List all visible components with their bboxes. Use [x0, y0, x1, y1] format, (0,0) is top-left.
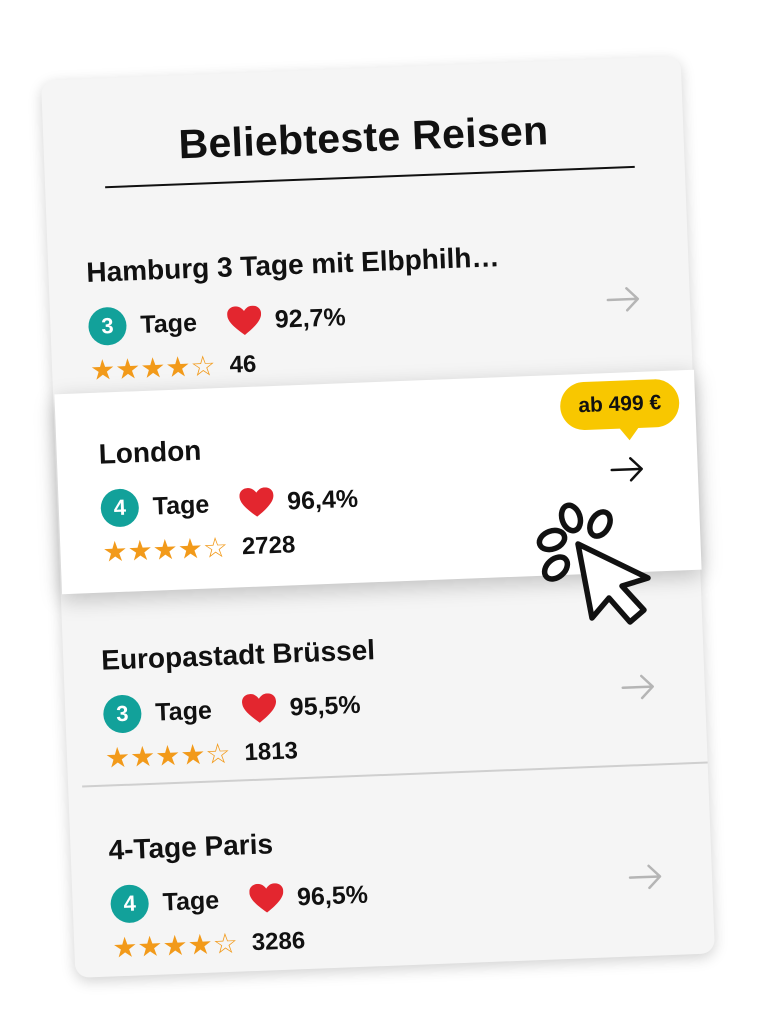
- trip-name: Hamburg 3 Tage mit Elbphilh…: [85, 241, 500, 289]
- star-icon: ★: [164, 350, 192, 385]
- review-count: 46: [229, 350, 257, 379]
- trip-name: Europastadt Brüssel: [100, 634, 376, 676]
- days-label: Tage: [154, 696, 213, 727]
- rating-percent: 96,5%: [296, 880, 369, 911]
- trip-meta: 3 Tage 92,7%: [87, 297, 347, 347]
- days-label: Tage: [152, 490, 210, 521]
- card-title: Beliebteste Reisen: [177, 107, 550, 168]
- star-icon: ★: [152, 532, 179, 567]
- trip-item-paris[interactable]: 4-Tage Paris 4 Tage 96,5% ★ ★ ★ ★ ☆ 3286: [68, 772, 715, 986]
- stars: ★ ★ ★ ★ ☆: [104, 736, 232, 775]
- review-count: 3286: [251, 927, 306, 957]
- price-badge: ab 499 €: [559, 378, 681, 431]
- star-icon: ★: [186, 927, 214, 962]
- stars: ★ ★ ★ ★ ☆: [89, 349, 217, 387]
- arrow-right-icon[interactable]: [609, 456, 646, 483]
- star-icon: ★: [154, 738, 181, 773]
- trip-name: 4-Tage Paris: [107, 828, 274, 866]
- star-rating: ★ ★ ★ ★ ☆ 2728: [101, 529, 296, 569]
- star-rating: ★ ★ ★ ★ ☆ 1813: [104, 735, 299, 775]
- stars: ★ ★ ★ ★ ☆: [111, 926, 239, 965]
- star-outline-icon: ☆: [202, 530, 229, 565]
- trip-name: London: [98, 434, 202, 470]
- heart-icon: [238, 486, 274, 519]
- star-outline-icon: ☆: [189, 349, 217, 384]
- star-icon: ★: [114, 352, 141, 386]
- days-label: Tage: [139, 308, 198, 339]
- star-icon: ★: [101, 534, 129, 569]
- star-icon: ★: [89, 352, 116, 387]
- trip-meta: 4 Tage 96,4%: [100, 479, 359, 529]
- star-icon: ★: [129, 739, 156, 774]
- pointer-cursor-icon: [530, 500, 670, 630]
- star-icon: ★: [161, 928, 189, 963]
- heart-icon: [241, 692, 276, 725]
- trip-meta: 4 Tage 96,5%: [109, 875, 369, 925]
- page: Beliebteste Reisen Hamburg 3 Tage mit El…: [0, 0, 760, 1036]
- star-icon: ★: [136, 929, 164, 964]
- stars: ★ ★ ★ ★ ☆: [101, 530, 229, 569]
- arrow-right-icon[interactable]: [620, 673, 657, 700]
- star-rating: ★ ★ ★ ★ ☆ 3286: [111, 925, 306, 965]
- heart-icon: [248, 882, 283, 915]
- trip-meta: 3 Tage 95,5%: [102, 685, 362, 735]
- title-underline: [105, 165, 635, 189]
- review-count: 1813: [243, 737, 299, 767]
- star-icon: ★: [177, 531, 204, 566]
- star-outline-icon: ☆: [204, 736, 232, 771]
- rating-percent: 95,5%: [289, 690, 362, 722]
- star-icon: ★: [111, 930, 139, 965]
- star-icon: ★: [139, 351, 167, 386]
- days-badge: 3: [102, 694, 143, 734]
- days-badge: 4: [100, 488, 140, 528]
- rating-percent: 96,4%: [286, 484, 359, 515]
- days-label: Tage: [162, 885, 220, 917]
- review-count: 2728: [241, 531, 296, 561]
- arrow-right-icon[interactable]: [605, 286, 642, 313]
- heart-icon: [226, 304, 261, 337]
- star-icon: ★: [104, 740, 131, 775]
- star-rating: ★ ★ ★ ★ ☆ 46: [90, 349, 257, 387]
- star-icon: ★: [126, 533, 154, 568]
- star-icon: ★: [179, 737, 207, 772]
- star-outline-icon: ☆: [212, 926, 239, 961]
- arrow-right-icon[interactable]: [628, 863, 665, 890]
- days-badge: 3: [87, 306, 128, 346]
- rating-percent: 92,7%: [274, 302, 347, 334]
- days-badge: 4: [109, 884, 150, 924]
